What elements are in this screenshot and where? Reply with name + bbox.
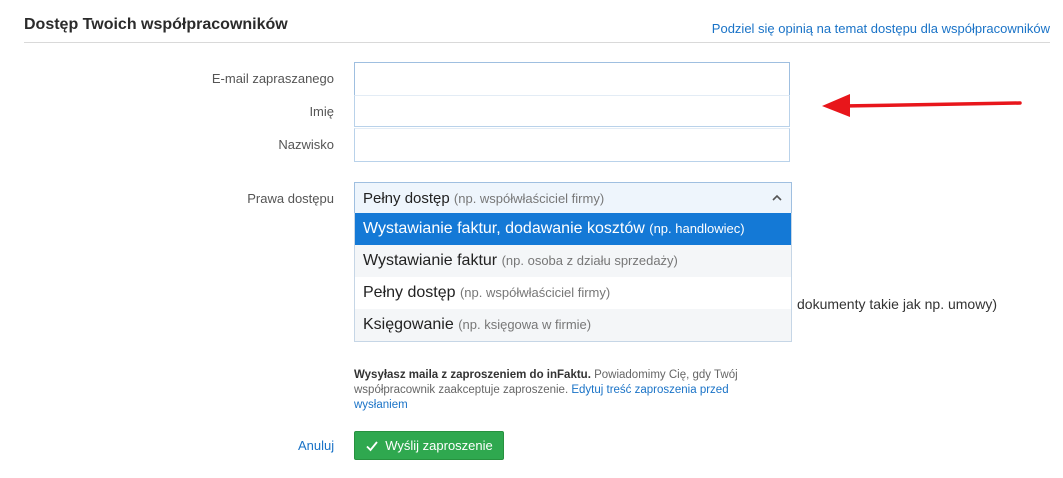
access-rights-option[interactable]: Wystawianie faktur, dodawanie kosztów (n… [355, 213, 791, 245]
cancel-link[interactable]: Anuluj [298, 438, 334, 453]
page-title: Dostęp Twoich współpracowników [24, 16, 288, 33]
check-icon [366, 440, 378, 451]
first-name-field[interactable] [354, 95, 790, 127]
access-rights-selected: Pełny dostęp (np. współwłaściciel firmy) [363, 190, 605, 207]
partially-hidden-text: dokumenty takie jak np. umowy) [797, 296, 997, 312]
email-label: E-mail zapraszanego [211, 71, 334, 86]
last-name-field[interactable] [354, 128, 790, 162]
access-rights-option[interactable]: Wystawianie faktur (np. osoba z działu s… [355, 245, 791, 277]
arrow-left-icon [822, 94, 1022, 117]
invite-note: Wysyłasz maila z zaproszeniem do inFaktu… [354, 369, 738, 411]
section-header: Dostęp Twoich współpracowników Podziel s… [24, 0, 1050, 43]
access-rights-option[interactable]: Księgowanie (np. księgowa w firmie) [355, 309, 791, 341]
first-name-label: Imię [309, 104, 334, 119]
last-name-label: Nazwisko [278, 137, 334, 152]
access-rights-select[interactable]: Pełny dostęp (np. współwłaściciel firmy) [354, 182, 792, 214]
access-rights-option[interactable]: Pełny dostęp (np. współwłaściciel firmy) [355, 277, 791, 309]
chevron-up-icon [772, 194, 782, 201]
send-invitation-button[interactable]: Wyślij zaproszenie [354, 431, 504, 460]
email-field[interactable] [354, 62, 790, 96]
access-rights-dropdown: Wystawianie faktur, dodawanie kosztów (n… [354, 213, 792, 342]
access-rights-label: Prawa dostępu [247, 191, 334, 206]
feedback-link[interactable]: Podziel się opinią na temat dostępu dla … [712, 21, 1050, 36]
